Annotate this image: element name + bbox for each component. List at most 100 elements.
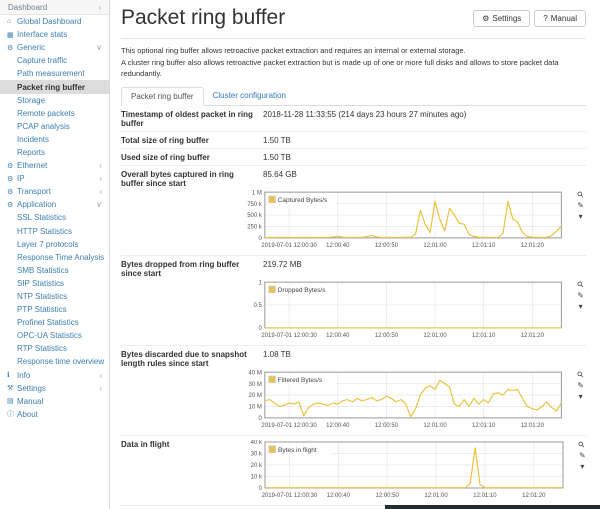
sidebar-item-ethernet[interactable]: ⚙Ethernet‹: [0, 159, 109, 172]
sidebar-item-response-time-overview[interactable]: Response time overview: [0, 355, 109, 368]
filtered-bytes-chart[interactable]: 40 M30 M20 M10 M02019-07-01 12:00:3012:0…: [229, 370, 577, 432]
sidebar-item-storage[interactable]: Storage: [0, 94, 109, 107]
edit-icon[interactable]: ✎: [577, 382, 584, 390]
stats-table: Timestamp of oldest packet in ring buffe…: [121, 106, 586, 506]
sidebar-item-capture-traffic[interactable]: Capture traffic: [0, 54, 109, 67]
svg-text:0.5: 0.5: [254, 303, 263, 309]
sidebar-item-path-measurement[interactable]: Path measurement: [0, 67, 109, 80]
gear-icon: ⚙: [7, 175, 17, 183]
sidebar-item-ssl-statistics[interactable]: SSL Statistics: [0, 211, 109, 224]
chart-tools: ⚲ ✎ ▾: [577, 280, 586, 342]
svg-text:12:01:00: 12:01:00: [423, 423, 447, 429]
svg-text:250 k: 250 k: [247, 225, 262, 231]
sidebar-item-interface-stats[interactable]: ▦Interface stats: [0, 28, 109, 41]
chart-tools: ⚲ ✎ ▾: [577, 190, 586, 252]
sidebar-item-info[interactable]: ℹInfo‹: [0, 369, 109, 382]
zoom-icon[interactable]: ⚲: [576, 370, 586, 380]
gear-icon: ⚙: [7, 188, 17, 196]
settings-button-label: Settings: [492, 14, 521, 23]
svg-text:12:01:10: 12:01:10: [472, 243, 496, 249]
sidebar-item-incidents[interactable]: Incidents: [0, 133, 109, 146]
svg-text:12:01:00: 12:01:00: [424, 493, 448, 499]
sidebar-item-sip-statistics[interactable]: SIP Statistics: [0, 277, 109, 290]
svg-text:750 k: 750 k: [247, 202, 262, 208]
svg-text:12:01:20: 12:01:20: [521, 243, 545, 249]
settings-button[interactable]: ⚙ Settings: [473, 10, 530, 27]
sidebar-item-global-dashboard[interactable]: ⌂Global Dashboard: [0, 15, 109, 28]
svg-text:0: 0: [259, 236, 263, 242]
svg-text:2019-07-01 12:00:30: 2019-07-01 12:00:30: [262, 493, 318, 499]
sidebar-item-label: Response time overview: [17, 357, 104, 366]
sidebar-item-generic[interactable]: ⚙Generic∨: [0, 41, 109, 54]
captured-bytes-chart[interactable]: 1 M750 k500 k250 k02019-07-01 12:00:3012…: [229, 190, 577, 252]
edit-icon[interactable]: ✎: [577, 292, 584, 300]
sidebar-item-opc-ua-statistics[interactable]: OPC-UA Statistics: [0, 329, 109, 342]
sidebar-item-label: SSL Statistics: [17, 213, 66, 222]
svg-text:12:01:20: 12:01:20: [521, 333, 545, 339]
stat-row-data-in-flight: Data in flight40 k30 k20 k10 k02019-07-0…: [121, 436, 586, 506]
manual-button[interactable]: ? Manual: [534, 10, 586, 27]
zoom-icon[interactable]: ⚲: [576, 280, 586, 290]
sidebar-item-transport[interactable]: ⚙Transport‹: [0, 185, 109, 198]
intro-line-2: A cluster ring buffer also allows retroa…: [121, 58, 559, 79]
gear-icon: ⚙: [482, 14, 489, 23]
wrench-icon: ⚒: [7, 384, 17, 392]
sidebar-item-label: SMB Statistics: [17, 266, 69, 275]
sidebar-item-ntp-statistics[interactable]: NTP Statistics: [0, 290, 109, 303]
svg-text:Bytes in flight: Bytes in flight: [278, 447, 317, 454]
sidebar-item-label: Capture traffic: [17, 56, 67, 65]
svg-text:10 k: 10 k: [251, 475, 263, 481]
collapse-icon[interactable]: ▾: [579, 393, 583, 401]
sidebar-item-label: OPC-UA Statistics: [17, 331, 82, 340]
sidebar-item-ptp-statistics[interactable]: PTP Statistics: [0, 303, 109, 316]
stat-line: Bytes dropped from ring buffer since sta…: [121, 260, 586, 278]
sidebar-header-dashboard[interactable]: Dashboard ‹: [0, 0, 109, 15]
tab-cluster-configuration[interactable]: Cluster configuration: [204, 87, 295, 106]
manual-button-label: Manual: [551, 14, 577, 23]
stat-row-timestamp-of-oldest-packet-in-ring-buffer: Timestamp of oldest packet in ring buffe…: [121, 106, 586, 132]
sidebar-item-packet-ring-buffer[interactable]: Packet ring buffer: [0, 80, 109, 93]
stat-value: 1.50 TB: [263, 136, 291, 145]
bytes-in-flight-chart[interactable]: 40 k30 k20 k10 k02019-07-01 12:00:3012:0…: [229, 440, 579, 502]
sidebar-item-manual[interactable]: ▤Manual: [0, 395, 109, 408]
sidebar-item-application[interactable]: ⚙Application∨: [0, 198, 109, 211]
stat-label: Overall bytes captured in ring buffer si…: [121, 170, 263, 188]
svg-text:12:01:00: 12:01:00: [423, 243, 447, 249]
captured-bytes-chart-holder: 1 M750 k500 k250 k02019-07-01 12:00:3012…: [229, 190, 586, 252]
zoom-icon[interactable]: ⚲: [576, 190, 586, 200]
svg-text:0: 0: [259, 326, 263, 332]
sidebar-item-label: Ethernet: [17, 161, 47, 170]
tab-packet-ring-buffer[interactable]: Packet ring buffer: [121, 87, 204, 106]
collapse-icon[interactable]: ▾: [580, 463, 584, 471]
edit-icon[interactable]: ✎: [579, 452, 586, 460]
sidebar-item-label: PTP Statistics: [17, 305, 67, 314]
sidebar-item-layer-7-protocols[interactable]: Layer 7 protocols: [0, 238, 109, 251]
sidebar-item-profinet-statistics[interactable]: Profinet Statistics: [0, 316, 109, 329]
sidebar-item-label: HTTP Statistics: [17, 227, 72, 236]
header-buttons: ⚙ Settings ? Manual: [473, 6, 586, 27]
zoom-icon[interactable]: ⚲: [577, 440, 587, 450]
sidebar-item-ip[interactable]: ⚙IP‹: [0, 172, 109, 185]
collapse-icon[interactable]: ▾: [579, 213, 583, 221]
sidebar-item-pcap-analysis[interactable]: PCAP analysis: [0, 120, 109, 133]
sidebar-item-response-time-analysis[interactable]: Response Time Analysis: [0, 251, 109, 264]
sidebar-item-about[interactable]: ⓘAbout: [0, 408, 109, 421]
intro-line-1: This optional ring buffer allows retroac…: [121, 46, 466, 55]
svg-text:12:00:40: 12:00:40: [326, 333, 350, 339]
sidebar-item-http-statistics[interactable]: HTTP Statistics: [0, 225, 109, 238]
sidebar-item-rtp-statistics[interactable]: RTP Statistics: [0, 342, 109, 355]
sidebar-item-label: RTP Statistics: [17, 344, 67, 353]
stat-label: Timestamp of oldest packet in ring buffe…: [121, 110, 263, 128]
main-content: Packet ring buffer ⚙ Settings ? Manual T…: [111, 0, 600, 509]
sidebar-item-smb-statistics[interactable]: SMB Statistics: [0, 264, 109, 277]
dropped-bytes-chart[interactable]: 10.502019-07-01 12:00:3012:00:4012:00:50…: [229, 280, 577, 342]
sidebar-item-reports[interactable]: Reports: [0, 146, 109, 159]
edit-icon[interactable]: ✎: [577, 202, 584, 210]
sidebar-item-label: Info: [17, 371, 30, 380]
sidebar-item-remote-packets[interactable]: Remote packets: [0, 107, 109, 120]
sidebar-item-settings[interactable]: ⚒Settings‹: [0, 382, 109, 395]
stat-row-bytes-discarded-due-to-snapshot-length-rules-since-start: Bytes discarded due to snapshot length r…: [121, 346, 586, 436]
stat-value: 1.50 TB: [263, 153, 291, 162]
collapse-icon[interactable]: ▾: [579, 303, 583, 311]
sidebar-item-label: About: [17, 410, 38, 419]
